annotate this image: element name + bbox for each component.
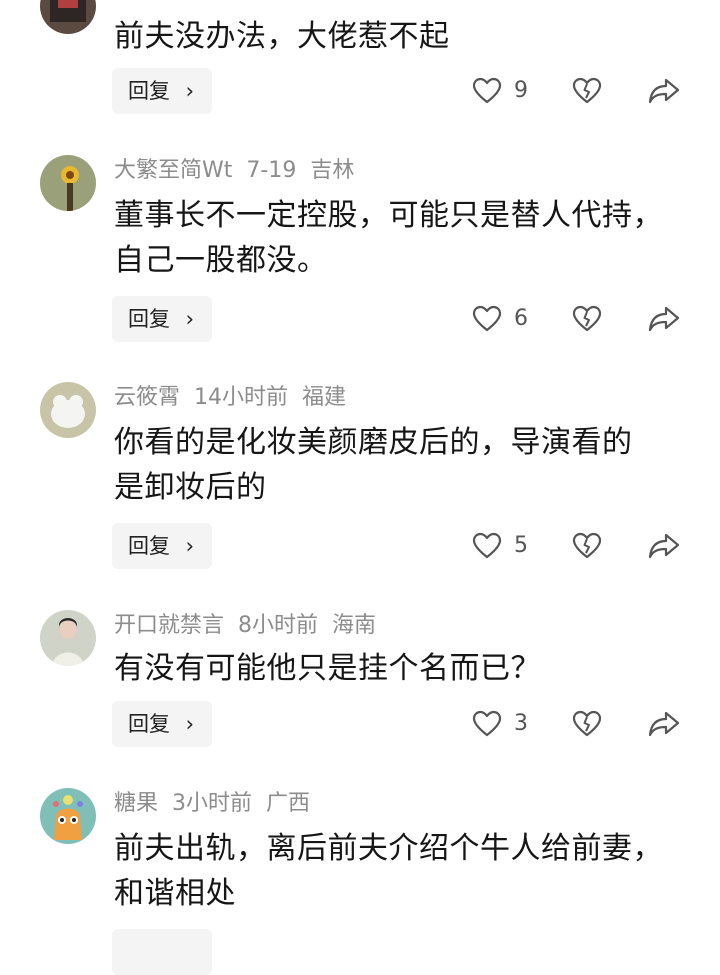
comment-text: 前夫出轨，离后前夫介绍个牛人给前妻， 和谐相处 xyxy=(114,831,663,911)
comment-meta: 糖果 3小时前 广西 xyxy=(114,790,324,818)
comment-item: 糖果 3小时前 广西 前夫出轨，离后前夫介绍个牛人给前妻， 和谐相处 xyxy=(0,788,720,975)
chevron-right-icon: › xyxy=(185,79,194,103)
comment-location: 福建 xyxy=(302,385,347,410)
avatar[interactable] xyxy=(40,0,96,34)
like-heart-icon[interactable] xyxy=(472,523,502,569)
like-heart-icon[interactable] xyxy=(472,701,502,747)
comment-date: 14小时前 xyxy=(194,385,289,410)
username[interactable]: 云筱霄 xyxy=(114,385,180,410)
comment-item: 开口就禁言 8小时前 海南 有没有可能他只是挂个名而已？ 回复 › 3 xyxy=(0,610,720,760)
comment-item: 大繁至简Wt 7-19 吉林 董事长不一定控股，可能只是替人代持， 自己一股都没。 … xyxy=(0,155,720,355)
comment-item: 前夫没办法，大佬惹不起 回复 › 9 xyxy=(0,0,720,130)
share-arrow-icon[interactable] xyxy=(648,68,680,114)
username[interactable]: 开口就禁言 xyxy=(114,613,224,638)
comment-meta: 大繁至简Wt 7-19 吉林 xyxy=(114,157,368,185)
reply-button[interactable]: 回复 › xyxy=(112,296,212,342)
dislike-broken-heart-icon[interactable] xyxy=(572,523,602,569)
share-arrow-icon[interactable] xyxy=(648,523,680,569)
username[interactable]: 糖果 xyxy=(114,791,158,816)
username[interactable]: 大繁至简Wt xyxy=(114,158,232,183)
reply-button[interactable]: 回复 › xyxy=(112,68,212,114)
dislike-broken-heart-icon[interactable] xyxy=(572,701,602,747)
like-heart-icon[interactable] xyxy=(472,68,502,114)
reply-button[interactable] xyxy=(112,929,212,975)
comment-date: 7-19 xyxy=(246,158,297,183)
like-count: 6 xyxy=(514,306,528,331)
share-arrow-icon[interactable] xyxy=(648,701,680,747)
reply-button[interactable]: 回复 › xyxy=(112,523,212,569)
comment-location: 吉林 xyxy=(310,158,355,183)
avatar[interactable] xyxy=(40,382,96,438)
like-count: 9 xyxy=(514,78,528,103)
comment-item: 云筱霄 14小时前 福建 你看的是化妆美颜磨皮后的，导演看的 是卸妆后的 回复 › 5 xyxy=(0,382,720,582)
comment-date: 8小时前 xyxy=(238,613,319,638)
comment-text: 你看的是化妆美颜磨皮后的，导演看的 是卸妆后的 xyxy=(114,425,633,505)
avatar[interactable] xyxy=(40,610,96,666)
comment-text: 前夫没办法，大佬惹不起 xyxy=(114,19,450,54)
comment-location: 广西 xyxy=(266,791,311,816)
reply-button[interactable]: 回复 › xyxy=(112,701,212,747)
like-count: 5 xyxy=(514,533,528,558)
comment-location: 海南 xyxy=(332,613,377,638)
chevron-right-icon: › xyxy=(185,307,194,331)
chevron-right-icon: › xyxy=(185,712,194,736)
like-count: 3 xyxy=(514,711,528,736)
comment-meta: 开口就禁言 8小时前 海南 xyxy=(114,612,390,640)
dislike-broken-heart-icon[interactable] xyxy=(572,68,602,114)
avatar[interactable] xyxy=(40,155,96,211)
comment-meta: 云筱霄 14小时前 福建 xyxy=(114,384,360,412)
comment-text: 董事长不一定控股，可能只是替人代持， 自己一股都没。 xyxy=(114,198,663,278)
comment-text: 有没有可能他只是挂个名而已？ xyxy=(114,651,541,686)
avatar[interactable] xyxy=(40,788,96,844)
share-arrow-icon[interactable] xyxy=(648,296,680,342)
comment-date: 3小时前 xyxy=(172,791,253,816)
dislike-broken-heart-icon[interactable] xyxy=(572,296,602,342)
like-heart-icon[interactable] xyxy=(472,296,502,342)
chevron-right-icon: › xyxy=(185,534,194,558)
